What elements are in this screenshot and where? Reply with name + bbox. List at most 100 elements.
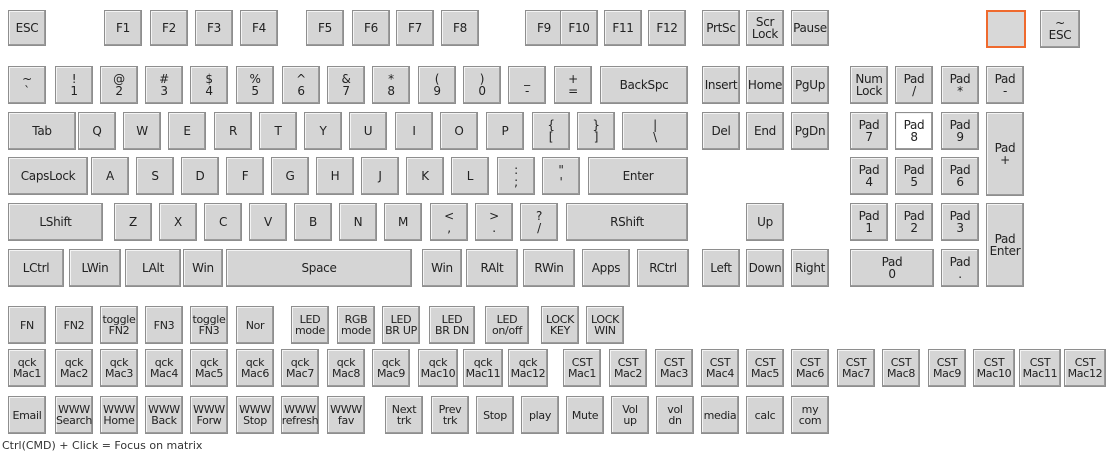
key-lalt[interactable]: LAlt	[125, 249, 181, 287]
key-t[interactable]: T	[259, 112, 297, 150]
key-4[interactable]: $4	[190, 66, 228, 104]
key-qck-mac12[interactable]: qck Mac12	[508, 349, 548, 387]
key-qck-mac11[interactable]: qck Mac11	[463, 349, 503, 387]
key-f1[interactable]: F1	[104, 10, 142, 46]
key-qck-mac1[interactable]: qck Mac1	[8, 349, 46, 387]
key-o[interactable]: O	[440, 112, 478, 150]
key-k[interactable]: K	[406, 157, 444, 195]
key-1[interactable]: ! 1	[55, 66, 93, 104]
key-backspc[interactable]: BackSpc	[600, 66, 688, 104]
key-up[interactable]: Up	[746, 203, 784, 241]
key-qck-mac6[interactable]: qck Mac6	[236, 349, 274, 387]
key-led-br-dn[interactable]: LED BR DN	[429, 306, 475, 344]
key-symbol[interactable]: {[	[532, 112, 570, 150]
key-qck-mac5[interactable]: qck Mac5	[190, 349, 228, 387]
key-prev-trk[interactable]: Prev trk	[431, 396, 469, 434]
key-5[interactable]: % 5	[236, 66, 274, 104]
key-insert[interactable]: Insert	[702, 66, 740, 104]
key-symbol[interactable]: ~ `	[8, 66, 46, 104]
key-pgdn[interactable]: PgDn	[791, 112, 829, 150]
key-led-on-off[interactable]: LED on/off	[485, 306, 529, 344]
key-rgb-mode[interactable]: RGB mode	[337, 306, 375, 344]
key-qck-mac3[interactable]: qck Mac3	[100, 349, 138, 387]
key-down[interactable]: Down	[746, 249, 784, 287]
key-qck-mac7[interactable]: qck Mac7	[281, 349, 319, 387]
key-symbol[interactable]: <,	[430, 203, 468, 241]
key-space[interactable]: Space	[226, 249, 412, 287]
key-fn2[interactable]: FN2	[55, 306, 93, 344]
key-toggle-fn2[interactable]: toggle FN2	[100, 306, 138, 344]
key-y[interactable]: Y	[304, 112, 342, 150]
key-fn3[interactable]: FN3	[145, 306, 183, 344]
key-qck-mac2[interactable]: qck Mac2	[55, 349, 93, 387]
key-my-com[interactable]: my com	[791, 396, 829, 434]
key-symbol[interactable]: ? /	[520, 203, 558, 241]
key-media[interactable]: media	[701, 396, 739, 434]
key-right[interactable]: Right	[791, 249, 829, 287]
key-2[interactable]: @2	[100, 66, 138, 104]
key-symbol[interactable]: >.	[475, 203, 513, 241]
key-toggle-fn3[interactable]: toggle FN3	[190, 306, 228, 344]
key-cst-mac3[interactable]: CST Mac3	[655, 349, 693, 387]
key-f9[interactable]: F9	[525, 10, 563, 46]
key-left[interactable]: Left	[702, 249, 740, 287]
key-symbol[interactable]: }]	[577, 112, 615, 150]
key-calc[interactable]: calc	[746, 396, 784, 434]
key-cst-mac1[interactable]: CST Mac1	[563, 349, 601, 387]
key-scr-lock[interactable]: Scr Lock	[746, 10, 784, 46]
key-cst-mac4[interactable]: CST Mac4	[701, 349, 739, 387]
key-p[interactable]: P	[486, 112, 524, 150]
key-cst-mac7[interactable]: CST Mac7	[837, 349, 875, 387]
key-symbol[interactable]: + =	[554, 66, 592, 104]
key-capslock[interactable]: CapsLock	[8, 157, 88, 195]
key-7[interactable]: & 7	[327, 66, 365, 104]
key-cst-mac9[interactable]: CST Mac9	[928, 349, 966, 387]
key-nor[interactable]: Nor	[236, 306, 274, 344]
key-del[interactable]: Del	[702, 112, 740, 150]
key-f3[interactable]: F3	[195, 10, 233, 46]
key-www-stop[interactable]: WWW Stop	[236, 396, 274, 434]
key-f6[interactable]: F6	[352, 10, 390, 46]
key-stop[interactable]: Stop	[476, 396, 514, 434]
key-pad-9[interactable]: Pad 9	[941, 112, 979, 150]
key-cst-mac12[interactable]: CST Mac12	[1064, 349, 1106, 387]
key-rshift[interactable]: RShift	[566, 203, 688, 241]
key-pad[interactable]: Pad -	[986, 66, 1024, 104]
key-mute[interactable]: Mute	[566, 396, 604, 434]
key-v[interactable]: V	[249, 203, 287, 241]
key-esc[interactable]: ~ ESC	[1040, 10, 1080, 48]
key-9[interactable]: (9	[418, 66, 456, 104]
key-m[interactable]: M	[384, 203, 422, 241]
key-c[interactable]: C	[204, 203, 242, 241]
key-led-mode[interactable]: LED mode	[291, 306, 329, 344]
key-h[interactable]: H	[316, 157, 354, 195]
key-cst-mac10[interactable]: CST Mac10	[973, 349, 1015, 387]
key-www-home[interactable]: WWW Home	[100, 396, 138, 434]
key-tab[interactable]: Tab	[8, 112, 76, 150]
key-i[interactable]: I	[395, 112, 433, 150]
key-lock-key[interactable]: LOCK KEY	[541, 306, 579, 344]
key-symbol[interactable]: _ -	[508, 66, 546, 104]
key-www-refresh[interactable]: WWW refresh	[281, 396, 319, 434]
key-num-lock[interactable]: Num Lock	[850, 66, 888, 104]
key-cst-mac6[interactable]: CST Mac6	[791, 349, 829, 387]
key-pad-2[interactable]: Pad 2	[895, 203, 933, 241]
key-pgup[interactable]: PgUp	[791, 66, 829, 104]
key-f5[interactable]: F5	[306, 10, 344, 46]
key-lock-win[interactable]: LOCK WIN	[586, 306, 624, 344]
key-pad-3[interactable]: Pad 3	[941, 203, 979, 241]
key-8[interactable]: * 8	[372, 66, 410, 104]
key-esc[interactable]: ESC	[8, 10, 46, 46]
key-f[interactable]: F	[226, 157, 264, 195]
key-www-back[interactable]: WWW Back	[145, 396, 183, 434]
key-q[interactable]: Q	[78, 112, 116, 150]
key-ralt[interactable]: RAlt	[466, 249, 518, 287]
key-0[interactable]: ) 0	[463, 66, 501, 104]
key-f10[interactable]: F10	[560, 10, 598, 46]
key-a[interactable]: A	[91, 157, 129, 195]
key-pad-0[interactable]: Pad 0	[850, 249, 934, 287]
key-lwin[interactable]: LWin	[69, 249, 121, 287]
key-www-search[interactable]: WWW Search	[55, 396, 93, 434]
key-lshift[interactable]: LShift	[8, 203, 103, 241]
key-vol-up[interactable]: Vol up	[611, 396, 649, 434]
